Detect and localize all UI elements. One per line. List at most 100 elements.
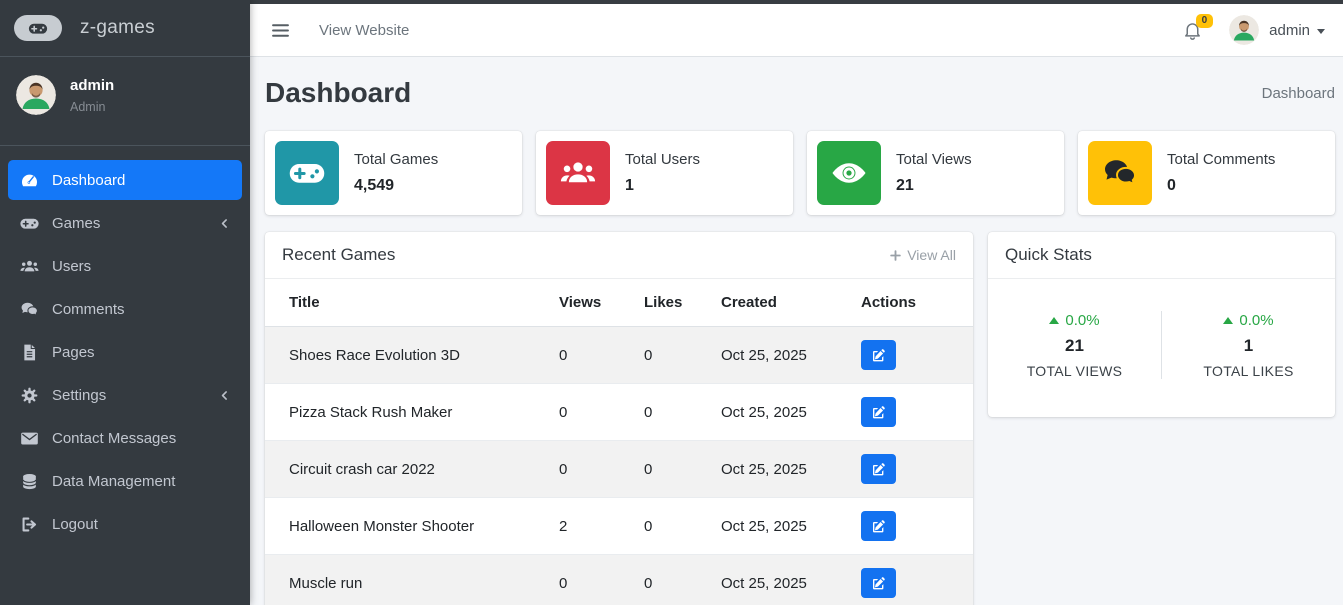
game-views: 0	[547, 441, 632, 498]
gamepad-icon	[19, 213, 40, 234]
notification-badge: 0	[1196, 14, 1214, 28]
sidebar-item-settings[interactable]: Settings	[8, 375, 242, 415]
brand[interactable]: z-games	[0, 0, 250, 57]
edit-game-button[interactable]	[861, 568, 896, 598]
edit-icon	[871, 462, 886, 477]
sidebar-item-users[interactable]: Users	[8, 246, 242, 286]
game-views: 0	[547, 555, 632, 605]
stat-value: 21	[988, 336, 1161, 356]
edit-game-button[interactable]	[861, 511, 896, 541]
stat-label: TOTAL LIKES	[1162, 363, 1335, 379]
view-website-link[interactable]: View Website	[319, 22, 409, 39]
user-avatar	[1229, 15, 1259, 45]
stat-card-value: 1	[625, 177, 700, 195]
gamepad-icon	[275, 141, 339, 205]
sidebar-nav: Dashboard Games Users Comments Pages Set…	[0, 146, 250, 605]
stat-card-value: 0	[1167, 177, 1275, 195]
game-likes: 0	[632, 555, 709, 605]
quick-stats-header: Quick Stats	[988, 232, 1335, 279]
edit-game-button[interactable]	[861, 340, 896, 370]
game-title: Halloween Monster Shooter	[265, 498, 547, 555]
content: Dashboard Dashboard Total Games 4,549 To…	[250, 57, 1343, 605]
eye-icon	[817, 141, 881, 205]
table-row: Halloween Monster Shooter 2 0 Oct 25, 20…	[265, 498, 973, 555]
sidebar-item-data-management[interactable]: Data Management	[8, 461, 242, 501]
sidebar-user-panel: admin Admin	[0, 57, 250, 146]
table-row: Pizza Stack Rush Maker 0 0 Oct 25, 2025	[265, 384, 973, 441]
plus-icon	[889, 249, 902, 262]
breadcrumb[interactable]: Dashboard	[1262, 85, 1335, 102]
sidebar: z-games admin Admin Dashboard Games User…	[0, 0, 250, 605]
user-name[interactable]: admin	[70, 77, 114, 94]
game-created: Oct 25, 2025	[709, 384, 849, 441]
column-header-created: Created	[709, 279, 849, 327]
quick-stats-body: 0.0% 21 TOTAL VIEWS 0.0% 1 TOTAL LIKES	[988, 279, 1335, 417]
sidebar-item-pages[interactable]: Pages	[8, 332, 242, 372]
edit-game-button[interactable]	[861, 397, 896, 427]
envelope-icon	[19, 428, 40, 449]
recent-games-panel: Recent Games View All Title Views Likes …	[265, 232, 973, 605]
quick-stat-views: 0.0% 21 TOTAL VIEWS	[988, 311, 1162, 379]
stat-card-value: 4,549	[354, 177, 438, 195]
game-title: Pizza Stack Rush Maker	[265, 384, 547, 441]
sidebar-item-contact-messages[interactable]: Contact Messages	[8, 418, 242, 458]
stat-card-label: Total Games	[354, 151, 438, 168]
user-menu[interactable]: admin	[1229, 15, 1325, 45]
panel-title: Quick Stats	[1005, 245, 1092, 265]
users-icon	[546, 141, 610, 205]
page-title: Dashboard	[265, 77, 411, 109]
stat-card-total-views: Total Views 21	[807, 131, 1064, 215]
stat-label: TOTAL VIEWS	[988, 363, 1161, 379]
game-created: Oct 25, 2025	[709, 327, 849, 384]
stat-change: 0.0%	[1239, 312, 1273, 329]
quick-stat-likes: 0.0% 1 TOTAL LIKES	[1162, 311, 1335, 379]
game-views: 2	[547, 498, 632, 555]
stat-card-label: Total Users	[625, 151, 700, 168]
column-header-likes: Likes	[632, 279, 709, 327]
stat-card-value: 21	[896, 177, 972, 195]
gear-icon	[19, 385, 40, 406]
sidebar-item-label: Data Management	[52, 473, 175, 490]
view-all-link[interactable]: View All	[889, 247, 956, 263]
sidebar-item-games[interactable]: Games	[8, 203, 242, 243]
game-title: Muscle run	[265, 555, 547, 605]
sidebar-item-dashboard[interactable]: Dashboard	[8, 160, 242, 200]
table-row: Muscle run 0 0 Oct 25, 2025	[265, 555, 973, 605]
topbar: View Website 0 admin	[250, 0, 1343, 57]
sidebar-item-label: Games	[52, 215, 100, 232]
sidebar-item-logout[interactable]: Logout	[8, 504, 242, 544]
comments-icon	[19, 299, 40, 320]
game-title: Shoes Race Evolution 3D	[265, 327, 547, 384]
chevron-left-icon	[218, 217, 231, 230]
topbar-right: 0 admin	[1182, 15, 1325, 45]
edit-icon	[871, 519, 886, 534]
tachometer-icon	[19, 170, 40, 191]
game-views: 0	[547, 327, 632, 384]
table-row: Circuit crash car 2022 0 0 Oct 25, 2025	[265, 441, 973, 498]
stat-card-label: Total Views	[896, 151, 972, 168]
game-created: Oct 25, 2025	[709, 555, 849, 605]
gamepad-logo-icon	[14, 15, 62, 41]
notifications-button[interactable]: 0	[1182, 20, 1203, 41]
game-likes: 0	[632, 441, 709, 498]
game-likes: 0	[632, 384, 709, 441]
stat-card-total-comments: Total Comments 0	[1078, 131, 1335, 215]
table-header-row: Title Views Likes Created Actions	[265, 279, 973, 327]
database-icon	[19, 471, 40, 492]
game-likes: 0	[632, 327, 709, 384]
quick-stats-panel: Quick Stats 0.0% 21 TOTAL VIEWS 0.0% 1 T…	[988, 232, 1335, 417]
sidebar-item-label: Pages	[52, 344, 95, 361]
brand-name: z-games	[80, 17, 155, 39]
stat-cards: Total Games 4,549 Total Users 1 Total Vi…	[265, 131, 1335, 215]
edit-icon	[871, 576, 886, 591]
panels-row: Recent Games View All Title Views Likes …	[265, 232, 1335, 605]
hamburger-menu-button[interactable]	[270, 20, 291, 41]
edit-game-button[interactable]	[861, 454, 896, 484]
game-created: Oct 25, 2025	[709, 441, 849, 498]
sidebar-item-comments[interactable]: Comments	[8, 289, 242, 329]
stat-card-total-users: Total Users 1	[536, 131, 793, 215]
username-label: admin	[1269, 22, 1310, 39]
view-all-label: View All	[907, 247, 956, 263]
user-role: Admin	[70, 100, 114, 114]
comments-icon	[1088, 141, 1152, 205]
